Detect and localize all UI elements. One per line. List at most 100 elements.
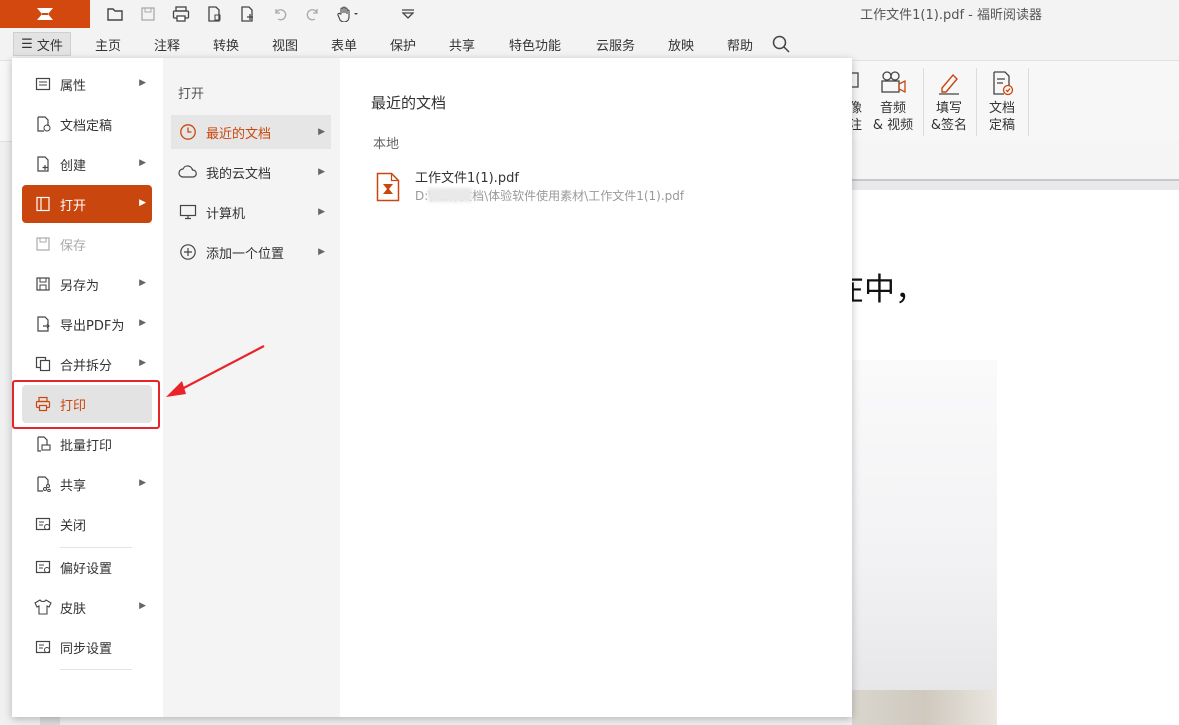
menu-item-label: 偏好设置 bbox=[60, 561, 113, 577]
menu-item-label: 关闭 bbox=[60, 518, 87, 534]
submenu-arrow-icon: ▶ bbox=[318, 247, 325, 257]
open-icon bbox=[34, 195, 52, 213]
save-icon[interactable] bbox=[136, 3, 160, 25]
hand-tool-icon[interactable] bbox=[334, 3, 364, 25]
tab-protect[interactable]: 保护 bbox=[390, 35, 416, 54]
open-item-label: 计算机 bbox=[206, 206, 246, 222]
pdf-file-icon[interactable] bbox=[376, 172, 400, 202]
recent-section-local: 本地 bbox=[373, 137, 400, 152]
document-icon[interactable] bbox=[202, 3, 226, 25]
document-image-bottom bbox=[852, 690, 997, 725]
fill-sign-line1: 填写 bbox=[935, 101, 962, 116]
menu-item-open[interactable]: 打开 ▶ bbox=[22, 185, 152, 223]
fill-sign-line2: &签名 bbox=[930, 118, 968, 133]
recent-documents-panel bbox=[340, 58, 852, 717]
batch-print-icon bbox=[34, 435, 52, 453]
menu-item-label: 批量打印 bbox=[60, 438, 113, 454]
save-icon bbox=[34, 235, 52, 253]
menu-item-label: 保存 bbox=[60, 238, 87, 254]
menu-item-label: 打开 bbox=[60, 198, 87, 214]
doc-check-icon bbox=[976, 70, 1028, 98]
menu-item-save[interactable]: 保存 bbox=[22, 225, 152, 263]
redacted-path-segment bbox=[428, 188, 472, 202]
menu-item-label: 合并拆分 bbox=[60, 358, 113, 374]
audio-video-button[interactable]: 音频 & 视频 bbox=[867, 70, 919, 134]
menu-item-doc-finalize[interactable]: 文档定稿 bbox=[22, 105, 152, 143]
menu-item-close[interactable]: 关闭 bbox=[22, 505, 152, 543]
annotation-arrow-icon bbox=[160, 340, 270, 402]
doc-finalize-line2: 定稿 bbox=[988, 118, 1015, 133]
open-folder-icon[interactable] bbox=[103, 3, 127, 25]
open-item-label: 我的云文档 bbox=[206, 166, 272, 182]
tab-present[interactable]: 放映 bbox=[668, 35, 694, 54]
open-my-cloud-docs[interactable]: 我的云文档 ▶ bbox=[171, 155, 331, 189]
open-computer[interactable]: 计算机 ▶ bbox=[171, 195, 331, 229]
close-doc-icon bbox=[34, 515, 52, 533]
submenu-arrow-icon: ▶ bbox=[139, 358, 146, 368]
open-item-label: 最近的文档 bbox=[206, 126, 272, 142]
foxit-logo-icon bbox=[37, 8, 53, 20]
open-recent-documents[interactable]: 最近的文档 ▶ bbox=[171, 115, 331, 149]
sync-icon bbox=[34, 638, 52, 656]
menu-item-label: 文档定稿 bbox=[60, 118, 113, 134]
menu-item-preferences[interactable]: 偏好设置 bbox=[22, 548, 152, 586]
hamburger-icon: ☰ bbox=[21, 36, 33, 52]
tab-home[interactable]: 主页 bbox=[95, 35, 121, 54]
submenu-arrow-icon: ▶ bbox=[139, 478, 146, 488]
submenu-arrow-icon: ▶ bbox=[139, 278, 146, 288]
fill-sign-button[interactable]: 填写 &签名 bbox=[923, 70, 975, 134]
menu-item-label: 另存为 bbox=[60, 278, 100, 294]
app-logo[interactable] bbox=[0, 0, 90, 28]
save-as-icon bbox=[34, 275, 52, 293]
add-location-icon bbox=[178, 242, 198, 262]
export-icon bbox=[34, 315, 52, 333]
menu-item-skin[interactable]: 皮肤 ▶ bbox=[22, 588, 152, 626]
new-file-icon[interactable] bbox=[235, 3, 259, 25]
open-panel-title: 打开 bbox=[178, 87, 205, 102]
open-add-location[interactable]: 添加一个位置 ▶ bbox=[171, 235, 331, 269]
menu-item-merge-split[interactable]: 合并拆分 ▶ bbox=[22, 345, 152, 383]
pen-icon bbox=[923, 70, 975, 98]
share-icon bbox=[34, 475, 52, 493]
print-icon[interactable] bbox=[169, 3, 193, 25]
search-icon[interactable] bbox=[772, 35, 790, 53]
menu-item-label: 属性 bbox=[60, 78, 87, 94]
menu-item-label: 创建 bbox=[60, 158, 87, 174]
video-icon bbox=[867, 70, 919, 98]
properties-icon bbox=[34, 75, 52, 93]
undo-icon[interactable] bbox=[268, 3, 292, 25]
preferences-icon bbox=[34, 558, 52, 576]
window-title: 工作文件1(1).pdf - 福昕阅读器 bbox=[860, 8, 1042, 23]
tab-convert[interactable]: 转换 bbox=[213, 35, 239, 54]
menu-item-label: 皮肤 bbox=[60, 601, 87, 617]
tab-share[interactable]: 共享 bbox=[449, 35, 475, 54]
menu-item-sync-settings[interactable]: 同步设置 bbox=[22, 628, 152, 666]
merge-icon bbox=[34, 355, 52, 373]
menu-item-save-as[interactable]: 另存为 ▶ bbox=[22, 265, 152, 303]
menu-item-export-pdf[interactable]: 导出PDF为 ▶ bbox=[22, 305, 152, 343]
tab-features[interactable]: 特色功能 bbox=[509, 35, 561, 54]
doc-finalize-line1: 文档 bbox=[988, 101, 1015, 116]
submenu-arrow-icon: ▶ bbox=[139, 198, 146, 208]
doc-final-icon bbox=[34, 115, 52, 133]
menu-item-share[interactable]: 共享 ▶ bbox=[22, 465, 152, 503]
menu-item-create[interactable]: 创建 ▶ bbox=[22, 145, 152, 183]
tab-form[interactable]: 表单 bbox=[331, 35, 357, 54]
menu-item-label: 同步设置 bbox=[60, 641, 113, 657]
recent-documents-title: 最近的文档 bbox=[371, 94, 447, 112]
tab-comment[interactable]: 注释 bbox=[154, 35, 180, 54]
submenu-arrow-icon: ▶ bbox=[318, 127, 325, 137]
file-menu-button[interactable]: ☰ 文件 bbox=[13, 32, 71, 56]
submenu-arrow-icon: ▶ bbox=[139, 318, 146, 328]
recent-file-name[interactable]: 工作文件1(1).pdf bbox=[415, 167, 519, 186]
customize-dropdown-icon[interactable] bbox=[396, 3, 420, 25]
menu-item-properties[interactable]: 属性 ▶ bbox=[22, 65, 152, 103]
tab-view[interactable]: 视图 bbox=[272, 35, 298, 54]
doc-finalize-button[interactable]: 文档 定稿 bbox=[976, 70, 1028, 134]
tab-cloud[interactable]: 云服务 bbox=[596, 35, 635, 54]
tab-help[interactable]: 帮助 bbox=[727, 35, 753, 54]
menu-item-batch-print[interactable]: 批量打印 bbox=[22, 425, 152, 463]
redo-icon[interactable] bbox=[301, 3, 325, 25]
create-icon bbox=[34, 155, 52, 173]
toolbar-strip bbox=[852, 141, 1179, 181]
